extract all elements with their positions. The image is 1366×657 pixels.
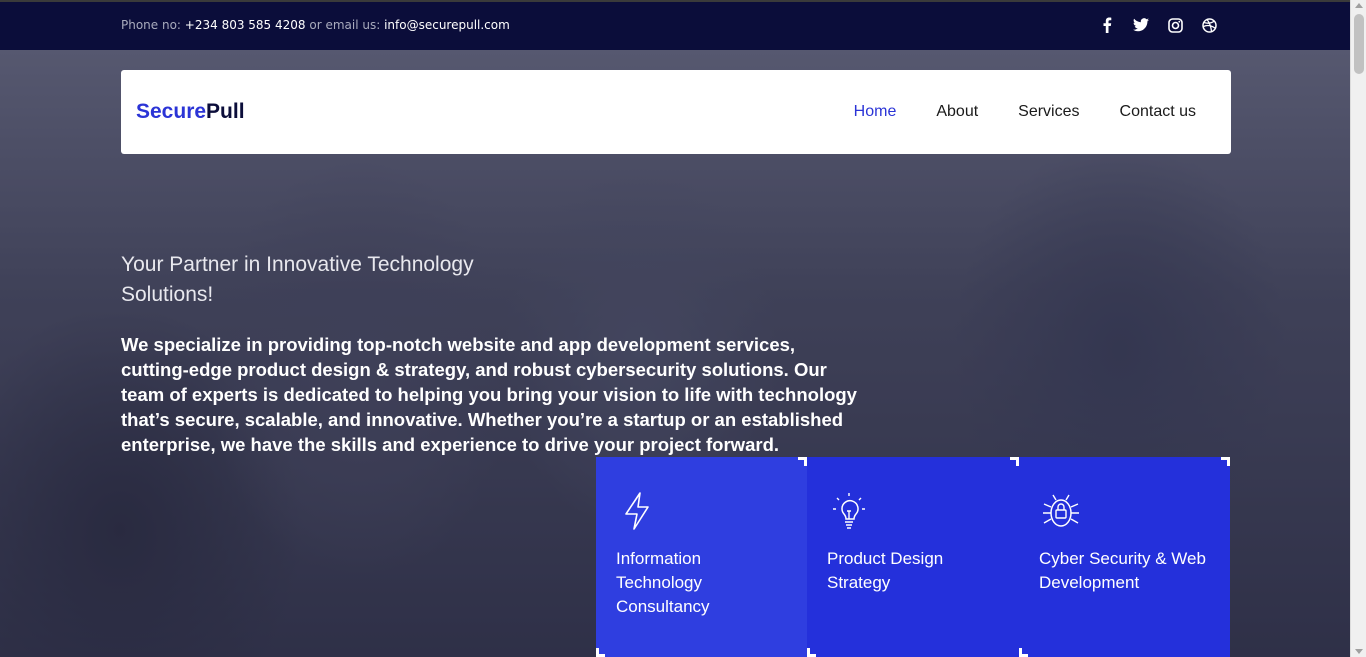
- dribbble-icon[interactable]: [1200, 16, 1218, 34]
- service-title: Information Technology Consultancy: [616, 549, 710, 616]
- security-bug-icon: [1039, 489, 1083, 533]
- top-contact-bar: Phone no: +234 803 585 4208 or email us:…: [0, 0, 1350, 50]
- card-corner: [798, 457, 807, 466]
- card-corner: [1221, 457, 1230, 466]
- site-logo[interactable]: SecurePull: [136, 100, 245, 124]
- card-corner: [1019, 648, 1028, 657]
- twitter-icon[interactable]: [1132, 16, 1150, 34]
- social-links: [1098, 16, 1218, 34]
- nav-item-home[interactable]: Home: [854, 103, 897, 121]
- nav-item-contact[interactable]: Contact us: [1120, 103, 1196, 121]
- service-title: Cyber Security & Web Development: [1039, 549, 1206, 592]
- email-link[interactable]: info@securepull.com: [384, 18, 510, 32]
- service-card-it-consultancy[interactable]: Information Technology Consultancy: [596, 457, 807, 657]
- service-title: Product Design Strategy: [827, 549, 944, 592]
- lightbulb-icon: [827, 489, 871, 533]
- main-navbar: SecurePull Home About Services Contact u…: [121, 70, 1231, 154]
- scroll-down-arrow-icon[interactable]: [1355, 649, 1363, 654]
- hero-tagline: Your Partner in Innovative Technology So…: [121, 253, 474, 306]
- logo-part-secure: Secure: [136, 100, 207, 123]
- service-card-cyber-security[interactable]: Cyber Security & Web Development: [1019, 457, 1230, 657]
- phone-number[interactable]: +234 803 585 4208: [185, 18, 306, 32]
- contact-info: Phone no: +234 803 585 4208 or email us:…: [121, 18, 510, 32]
- card-corner: [807, 648, 816, 657]
- card-corner: [596, 648, 605, 657]
- service-cards: Information Technology Consultancy Produ…: [596, 457, 1230, 657]
- nav-item-about[interactable]: About: [936, 103, 978, 121]
- logo-part-pull: Pull: [206, 100, 245, 123]
- service-card-product-design[interactable]: Product Design Strategy: [807, 457, 1019, 657]
- nav-item-services[interactable]: Services: [1018, 103, 1079, 121]
- instagram-icon[interactable]: [1166, 16, 1184, 34]
- scrollbar-thumb[interactable]: [1354, 14, 1364, 74]
- lightning-icon: [616, 489, 660, 533]
- email-label: or email us:: [305, 18, 385, 32]
- nav-menu: Home About Services Contact us: [854, 103, 1196, 121]
- facebook-icon[interactable]: [1098, 16, 1116, 34]
- page-scrollbar[interactable]: [1350, 0, 1366, 657]
- hero-description: We specialize in providing top-notch web…: [121, 334, 857, 455]
- card-corner: [1010, 457, 1019, 466]
- scroll-up-arrow-icon[interactable]: [1355, 3, 1363, 8]
- phone-label: Phone no:: [121, 18, 185, 32]
